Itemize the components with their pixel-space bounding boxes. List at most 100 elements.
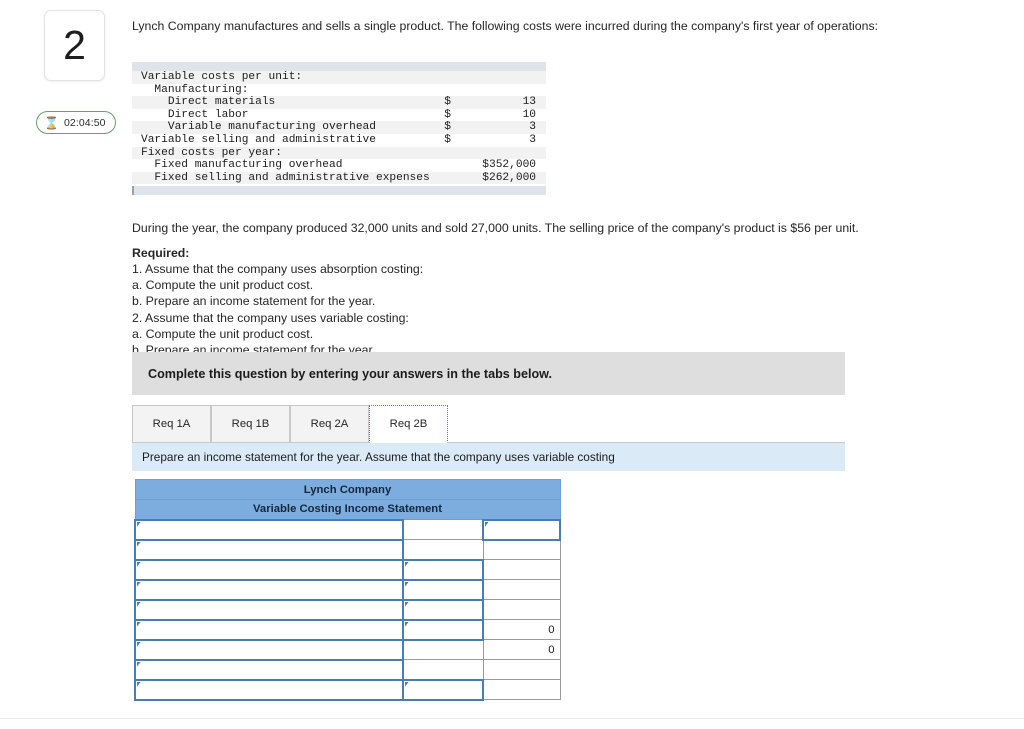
answer-worksheet: Lynch Company Variable Costing Income St… xyxy=(134,479,562,701)
tab-req-1a[interactable]: Req 1A xyxy=(132,405,211,443)
worksheet-row xyxy=(134,578,561,601)
worksheet-input-cell[interactable] xyxy=(402,678,484,701)
cost-table-row: Fixed manufacturing overhead $352,000 xyxy=(132,159,546,172)
cost-row-amount: 3 xyxy=(482,121,546,134)
worksheet-input-cell[interactable] xyxy=(134,518,404,541)
cost-table-row: Manufacturing: xyxy=(132,84,546,97)
cost-table-row: Variable manufacturing overhead $3 xyxy=(132,121,546,134)
cost-row-label: Direct labor xyxy=(141,108,249,121)
cost-table-row: Direct labor $10 xyxy=(132,109,546,122)
question-rail: 2 ⌛ 02:04:50 xyxy=(0,0,125,729)
cost-table-row: Direct materials $13 xyxy=(132,96,546,109)
cost-row-label: Direct materials xyxy=(132,96,445,109)
cost-row-currency-symbol: $ xyxy=(444,133,451,146)
required-line: b. Prepare an income statement for the y… xyxy=(132,294,376,309)
worksheet-input-cell[interactable] xyxy=(134,598,404,621)
hourglass-icon: ⌛ xyxy=(44,115,59,130)
countdown-timer: ⌛ 02:04:50 xyxy=(36,111,116,134)
required-lines: 1. Assume that the company uses absorpti… xyxy=(132,261,732,358)
intro-paragraph: Lynch Company manufactures and sells a s… xyxy=(132,19,879,33)
tab-instruction-banner: Prepare an income statement for the year… xyxy=(132,443,845,471)
question-number: 2 xyxy=(63,22,86,68)
cost-row-amount: 13 xyxy=(482,96,546,109)
cost-table-grid: Variable costs per unit: Manufacturing: … xyxy=(132,71,546,185)
worksheet-input-cell[interactable] xyxy=(402,618,484,641)
required-line: a. Compute the unit product cost. xyxy=(132,278,314,293)
cost-row-label: Variable selling and administrative xyxy=(141,133,376,146)
cost-row-label: Fixed costs per year: xyxy=(132,146,445,160)
cost-row-label: Fixed manufacturing overhead xyxy=(141,159,343,172)
cost-row-amount: 3 xyxy=(529,133,536,146)
tab-instruction-text: Prepare an income statement for the year… xyxy=(142,450,615,464)
worksheet-title-row-2: Variable Costing Income Statement xyxy=(134,499,561,520)
complete-question-banner: Complete this question by entering your … xyxy=(132,352,845,395)
cost-row-currency-symbol xyxy=(444,159,482,172)
worksheet-static-cell xyxy=(482,679,561,700)
cost-row-currency-symbol xyxy=(444,84,482,97)
worksheet-static-cell: 0 xyxy=(482,619,561,640)
cost-row-amount: $352,000 xyxy=(482,159,536,172)
cost-table-body: Variable costs per unit: Manufacturing: … xyxy=(132,71,546,185)
worksheet-static-cell xyxy=(402,539,484,560)
worksheet-input-cell[interactable] xyxy=(134,558,404,581)
worksheet-row: 0 xyxy=(134,638,561,661)
cost-table-horizontal-scrollbar[interactable] xyxy=(132,186,546,196)
timer-value: 02:04:50 xyxy=(63,116,106,129)
tab-req-1b[interactable]: Req 1B xyxy=(211,405,290,443)
cost-row-currency-symbol xyxy=(444,146,483,160)
cost-row-label: Manufacturing: xyxy=(141,83,249,96)
cost-table-row: Fixed selling and administrative expense… xyxy=(132,171,546,185)
worksheet-input-cell[interactable] xyxy=(134,618,404,641)
worksheet-static-cell xyxy=(402,639,484,660)
question-number-card: 2 xyxy=(44,10,105,81)
cost-row-amount: 10 xyxy=(522,108,536,121)
cost-row-amount xyxy=(482,84,546,97)
worksheet-statement-name: Variable Costing Income Statement xyxy=(134,499,561,520)
worksheet-company-name: Lynch Company xyxy=(134,479,561,500)
cost-row-currency-symbol xyxy=(444,71,483,84)
cost-row-label: Variable manufacturing overhead xyxy=(132,121,445,134)
worksheet-row xyxy=(134,658,561,681)
worksheet-input-cell[interactable] xyxy=(402,578,484,601)
complete-question-text: Complete this question by entering your … xyxy=(148,366,552,381)
worksheet-row xyxy=(134,518,562,541)
cost-data-table: Variable costs per unit: Manufacturing: … xyxy=(132,62,546,196)
worksheet-static-cell xyxy=(482,579,561,600)
worksheet-static-cell: 0 xyxy=(482,639,561,660)
required-line: a. Compute the unit product cost. xyxy=(132,326,314,341)
cost-table-row: Variable selling and administrative $3 xyxy=(132,134,546,147)
worksheet-row xyxy=(134,558,561,581)
cost-row-label: Fixed selling and administrative expense… xyxy=(132,171,445,185)
worksheet-input-cell[interactable] xyxy=(481,518,562,541)
exam-page: 2 ⌛ 02:04:50 Lynch Company manufactures … xyxy=(0,0,1024,729)
worksheet-input-cell[interactable] xyxy=(134,658,404,681)
worksheet-input-cell[interactable] xyxy=(134,638,404,661)
worksheet-input-cell[interactable] xyxy=(134,578,404,601)
worksheet-static-cell xyxy=(482,559,561,580)
worksheet-input-cell[interactable] xyxy=(402,598,484,621)
worksheet-static-cell xyxy=(402,519,484,540)
worksheet-input-cell[interactable] xyxy=(134,678,404,701)
worksheet-row xyxy=(134,678,561,701)
tab-req-2a[interactable]: Req 2A xyxy=(290,405,369,443)
worksheet-row xyxy=(134,598,561,621)
worksheet-static-cell xyxy=(482,539,561,560)
tab-label: Req 2B xyxy=(389,418,428,430)
page-footer-divider xyxy=(0,718,1024,719)
cost-row-amount xyxy=(482,71,546,84)
cost-row-amount xyxy=(482,146,546,160)
requirement-tabs: Req 1A Req 1B Req 2A Req 2B xyxy=(132,405,845,443)
answer-worksheet-body: Lynch Company Variable Costing Income St… xyxy=(134,479,562,701)
cost-table-top-bar xyxy=(132,62,546,71)
cost-row-currency-symbol: $ xyxy=(444,108,451,121)
worksheet-row: 0 xyxy=(134,618,561,641)
cost-row-currency-symbol: $ xyxy=(444,96,483,109)
tab-req-2b[interactable]: Req 2B xyxy=(369,405,448,443)
worksheet-row xyxy=(134,538,561,561)
required-line: 2. Assume that the company uses variable… xyxy=(132,310,409,325)
worksheet-input-cell[interactable] xyxy=(134,538,404,561)
worksheet-input-cell[interactable] xyxy=(402,558,484,581)
question-body: Lynch Company manufactures and sells a s… xyxy=(132,0,1024,729)
tab-label: Req 2A xyxy=(310,418,349,430)
required-line: 1. Assume that the company uses absorpti… xyxy=(132,262,424,276)
